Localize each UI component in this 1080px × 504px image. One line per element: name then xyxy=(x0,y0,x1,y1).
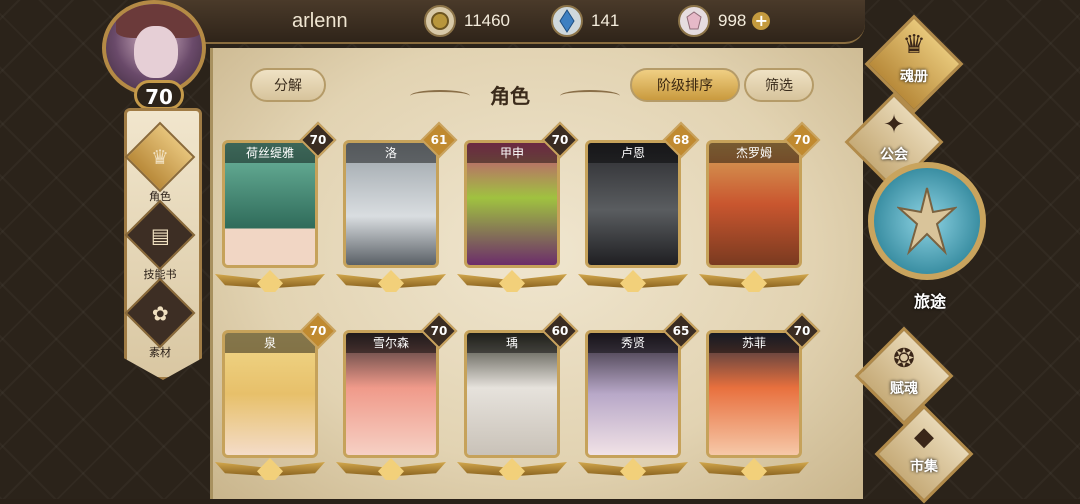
character-name: 荷丝缇雅 xyxy=(225,143,315,163)
decompose-button[interactable]: 分解 xyxy=(250,68,326,102)
character-name: 卢恩 xyxy=(588,143,678,163)
character-name: 苏菲 xyxy=(709,333,799,353)
character-card[interactable]: 洛 xyxy=(343,140,439,268)
character-name: 洛 xyxy=(346,143,436,163)
market-label: 市集 xyxy=(910,459,938,475)
add-gem-button[interactable]: + xyxy=(752,12,771,30)
journey-label: 旅途 xyxy=(914,292,947,311)
rank-wings-icon xyxy=(699,458,809,484)
character-card[interactable]: 雪尔森 xyxy=(343,330,439,458)
character-card[interactable]: 甲申 xyxy=(464,140,560,268)
player-name: arlenn xyxy=(292,10,348,32)
rank-wings-icon xyxy=(578,458,688,484)
character-card[interactable]: 苏菲 xyxy=(706,330,802,458)
journey-nav-button[interactable]: 旅途 xyxy=(868,162,988,312)
soulbook-icon: ♛ xyxy=(902,30,926,60)
gold-coin-icon xyxy=(424,5,456,37)
character-card[interactable]: 卢恩 xyxy=(585,140,681,268)
character-name: 杰罗姆 xyxy=(709,143,799,163)
fuhun-nav-button[interactable]: ❂ 赋魂 xyxy=(854,326,954,426)
spiral-icon: ❂ xyxy=(893,344,915,374)
market-nav-button[interactable]: ◆ 市集 xyxy=(874,404,974,504)
gold-value: 11460 xyxy=(464,11,511,30)
soulbook-label: 魂册 xyxy=(900,69,928,85)
page-title: 角色 xyxy=(490,84,530,108)
sidebar-item-character[interactable]: ♛ 角色 xyxy=(124,121,196,204)
rank-wings-icon xyxy=(215,458,325,484)
rank-wings-icon xyxy=(457,270,567,296)
sidebar-item-material[interactable]: ✿ 素材 xyxy=(124,277,196,360)
rank-wings-icon xyxy=(336,270,446,296)
gem-resource[interactable]: 998 + xyxy=(678,5,771,37)
character-name: 秀贤 xyxy=(588,333,678,353)
material-icon: ✿ xyxy=(124,277,196,349)
character-card[interactable]: 杰罗姆 xyxy=(706,140,802,268)
character-name: 瑀 xyxy=(467,333,557,353)
title-flourish-right xyxy=(560,90,620,102)
crystal-value: 141 xyxy=(591,11,620,30)
guild-icon: ✦ xyxy=(883,110,905,140)
skill-book-icon: ▤ xyxy=(124,199,196,271)
rank-wings-icon xyxy=(578,270,688,296)
character-card[interactable]: 荷丝缇雅 xyxy=(222,140,318,268)
character-name: 泉 xyxy=(225,333,315,353)
rank-wings-icon xyxy=(699,270,809,296)
rank-wings-icon xyxy=(457,458,567,484)
title-flourish-left xyxy=(410,90,470,102)
player-level-badge: 70 xyxy=(134,80,184,110)
blue-crystal-icon xyxy=(551,5,583,37)
filter-button[interactable]: 筛选 xyxy=(744,68,814,102)
sort-by-rank-button[interactable]: 阶级排序 xyxy=(630,68,740,102)
guild-label: 公会 xyxy=(880,147,908,163)
character-name: 甲申 xyxy=(467,143,557,163)
gem-icon xyxy=(678,5,710,37)
rank-wings-icon xyxy=(215,270,325,296)
gold-resource[interactable]: 11460 xyxy=(424,5,510,37)
market-gem-icon: ◆ xyxy=(914,422,934,452)
fuhun-label: 赋魂 xyxy=(890,381,918,397)
gem-value: 998 xyxy=(718,11,747,30)
sidebar-item-skill-book[interactable]: ▤ 技能书 xyxy=(124,199,196,282)
rank-wings-icon xyxy=(336,458,446,484)
soulbook-nav-button[interactable]: ♛ 魂册 xyxy=(864,14,964,114)
journey-emblem-icon xyxy=(897,187,957,256)
crystal-resource[interactable]: 141 xyxy=(551,5,619,37)
character-card[interactable]: 秀贤 xyxy=(585,330,681,458)
character-card[interactable]: 泉 xyxy=(222,330,318,458)
character-name: 雪尔森 xyxy=(346,333,436,353)
character-card[interactable]: 瑀 xyxy=(464,330,560,458)
character-icon: ♛ xyxy=(124,121,196,193)
